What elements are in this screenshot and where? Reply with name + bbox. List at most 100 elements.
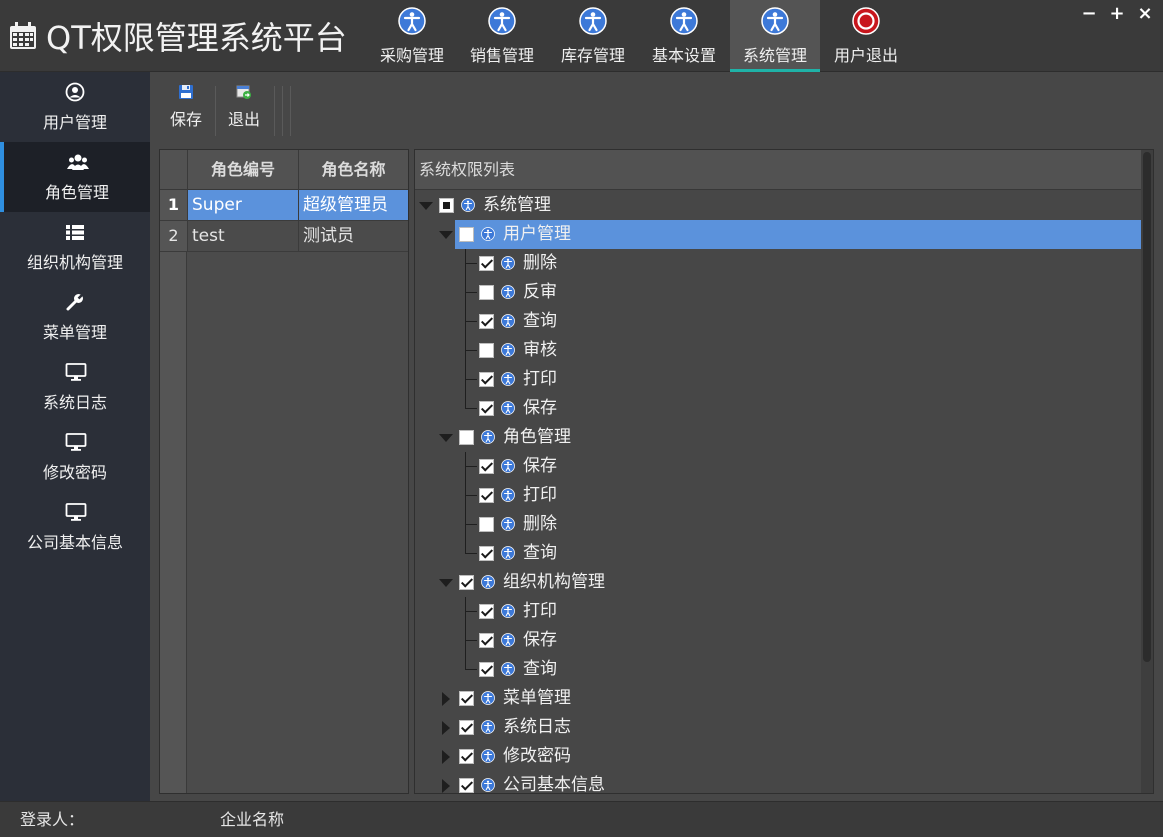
tree-item-label[interactable]: 系统日志 (503, 713, 571, 742)
permission-checkbox[interactable] (459, 691, 474, 706)
tree-item-label[interactable]: 反审 (523, 278, 557, 307)
toolbar-separator (215, 86, 216, 136)
exit-button[interactable]: 退出 (219, 84, 269, 136)
permission-checkbox[interactable] (479, 256, 494, 271)
tree-item-label[interactable]: 审核 (523, 336, 557, 365)
calendar-icon (8, 21, 38, 51)
permission-checkbox[interactable] (479, 546, 494, 561)
monitor-icon (65, 432, 87, 452)
accessibility-icon (481, 226, 495, 241)
permission-checkbox[interactable] (479, 633, 494, 648)
expand-arrow-icon[interactable] (442, 750, 450, 764)
collapse-arrow-icon[interactable] (419, 202, 433, 210)
sidebar-item-1[interactable]: 角色管理 (0, 142, 150, 212)
permission-checkbox[interactable] (479, 662, 494, 677)
accessibility-icon (398, 7, 426, 35)
tree-item-label[interactable]: 打印 (523, 365, 557, 394)
scrollbar-thumb[interactable] (1143, 152, 1151, 662)
maximize-button[interactable]: + (1108, 4, 1126, 24)
tree-item-label[interactable]: 查询 (523, 307, 557, 336)
vertical-scrollbar[interactable] (1141, 150, 1153, 793)
accessibility-icon (481, 719, 495, 734)
monitor-icon (65, 362, 87, 382)
tree-item-label[interactable]: 菜单管理 (503, 684, 571, 713)
tree-item-label[interactable]: 打印 (523, 597, 557, 626)
minimize-button[interactable]: − (1080, 4, 1098, 24)
monitor-icon (65, 502, 87, 522)
sidebar-item-3[interactable]: 菜单管理 (0, 282, 150, 352)
tree-item-label[interactable]: 组织机构管理 (503, 568, 605, 597)
permission-checkbox[interactable] (439, 198, 454, 213)
tree-connector (465, 553, 477, 554)
nav-tab-0[interactable]: 采购管理 (367, 0, 457, 72)
role-name-cell[interactable]: 测试员 (298, 221, 408, 251)
permission-checkbox[interactable] (479, 604, 494, 619)
save-button[interactable]: 保存 (161, 84, 211, 136)
nav-tab-4[interactable]: 系统管理 (730, 0, 820, 72)
app-title: QT权限管理系统平台 (8, 14, 347, 58)
tree-item-label[interactable]: 公司基本信息 (503, 771, 605, 800)
permission-checkbox[interactable] (479, 314, 494, 329)
role-code-cell[interactable]: Super (187, 190, 298, 220)
nav-tab-label: 采购管理 (379, 46, 444, 65)
tree-item-label[interactable]: 打印 (523, 481, 557, 510)
nav-tab-1[interactable]: 销售管理 (457, 0, 547, 72)
sidebar-item-2[interactable]: 组织机构管理 (0, 212, 150, 282)
sidebar-item-5[interactable]: 修改密码 (0, 422, 150, 492)
column-header-role-code[interactable]: 角色编号 (187, 150, 298, 190)
permission-checkbox[interactable] (459, 430, 474, 445)
accessibility-icon (670, 7, 698, 35)
permission-checkbox[interactable] (459, 778, 474, 793)
close-button[interactable]: × (1136, 4, 1154, 24)
permission-checkbox[interactable] (459, 749, 474, 764)
login-user-label: 登录人： (20, 810, 85, 829)
tree-item-label[interactable]: 用户管理 (503, 220, 571, 249)
nav-tab-3[interactable]: 基本设置 (639, 0, 729, 72)
tree-connector (465, 669, 477, 670)
table-row[interactable]: 2 test 测试员 (160, 221, 408, 252)
collapse-arrow-icon[interactable] (439, 579, 453, 587)
toolbar-separator (274, 86, 275, 136)
sidebar-item-6[interactable]: 公司基本信息 (0, 492, 150, 562)
tree-item-label[interactable]: 修改密码 (503, 742, 571, 771)
permission-checkbox[interactable] (479, 343, 494, 358)
tree-item-label[interactable]: 角色管理 (503, 423, 571, 452)
permission-checkbox[interactable] (479, 372, 494, 387)
collapse-arrow-icon[interactable] (439, 231, 453, 239)
nav-tab-label: 销售管理 (469, 46, 534, 65)
tree-item-label[interactable]: 查询 (523, 539, 557, 568)
accessibility-icon (461, 197, 475, 212)
table-row[interactable]: 1 Super 超级管理员 (160, 190, 408, 221)
tree-item-label[interactable]: 查询 (523, 655, 557, 684)
expand-arrow-icon[interactable] (442, 692, 450, 706)
role-name-cell[interactable]: 超级管理员 (298, 190, 408, 220)
permission-checkbox[interactable] (479, 401, 494, 416)
expand-arrow-icon[interactable] (442, 779, 450, 793)
tree-item-label[interactable]: 保存 (523, 452, 557, 481)
tree-item-label[interactable]: 删除 (523, 510, 557, 539)
tree-item-label[interactable]: 系统管理 (483, 191, 551, 220)
expand-arrow-icon[interactable] (442, 721, 450, 735)
tree-connector (465, 495, 477, 496)
tree-connector (465, 321, 477, 322)
permission-checkbox[interactable] (459, 720, 474, 735)
permission-checkbox[interactable] (459, 575, 474, 590)
role-code-cell[interactable]: test (187, 221, 298, 251)
permission-checkbox[interactable] (479, 459, 494, 474)
permission-checkbox[interactable] (479, 285, 494, 300)
tree-item-label[interactable]: 保存 (523, 626, 557, 655)
permission-checkbox[interactable] (479, 488, 494, 503)
tree-item-label[interactable]: 保存 (523, 394, 557, 423)
accessibility-icon (501, 313, 515, 328)
sidebar-item-4[interactable]: 系统日志 (0, 352, 150, 422)
tree-item-label[interactable]: 删除 (523, 249, 557, 278)
column-header-role-name[interactable]: 角色名称 (298, 150, 408, 190)
sidebar-item-0[interactable]: 用户管理 (0, 72, 150, 142)
nav-tab-2[interactable]: 库存管理 (548, 0, 638, 72)
collapse-arrow-icon[interactable] (439, 434, 453, 442)
accessibility-icon (501, 400, 515, 415)
permission-checkbox[interactable] (479, 517, 494, 532)
nav-tab-5[interactable]: 用户退出 (821, 0, 911, 72)
permission-checkbox[interactable] (459, 227, 474, 242)
list-icon (65, 222, 85, 242)
